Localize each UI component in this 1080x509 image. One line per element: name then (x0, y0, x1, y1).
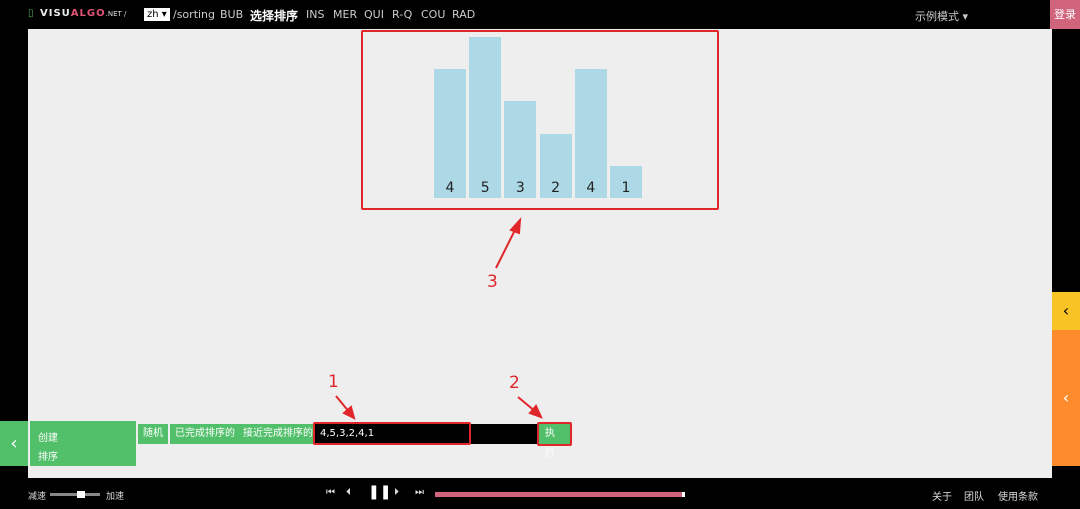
progress-fill (435, 492, 685, 497)
about-link[interactable]: 关于 (932, 488, 952, 503)
fast-label: 加速 (106, 492, 125, 502)
arrow-3 (495, 225, 518, 269)
team-link[interactable]: 团队 (964, 488, 984, 503)
go-to-end-icon[interactable]: ⏭ (415, 487, 424, 498)
bottom-bar: 减速 加速 ⏮ ⏴ ❚❚ ⏵ ⏭ 关于 团队 使用条款 (0, 478, 1080, 509)
annotation-label-2: 2 (509, 373, 520, 393)
step-forward-icon[interactable]: ⏵ (394, 487, 399, 498)
progress-bar[interactable] (435, 492, 685, 497)
speed-slider-handle[interactable] (77, 491, 85, 498)
speed-slider[interactable] (50, 491, 100, 498)
annotation-label-3: 3 (487, 272, 498, 292)
pause-icon[interactable]: ❚❚ (368, 484, 391, 500)
go-to-start-icon[interactable]: ⏮ (326, 487, 335, 498)
annotation-label-1: 1 (328, 372, 339, 392)
slow-label: 减速 (28, 492, 47, 502)
terms-link[interactable]: 使用条款 (998, 488, 1038, 503)
annotation-arrows (335, 217, 543, 420)
step-back-icon[interactable]: ⏴ (346, 487, 351, 498)
